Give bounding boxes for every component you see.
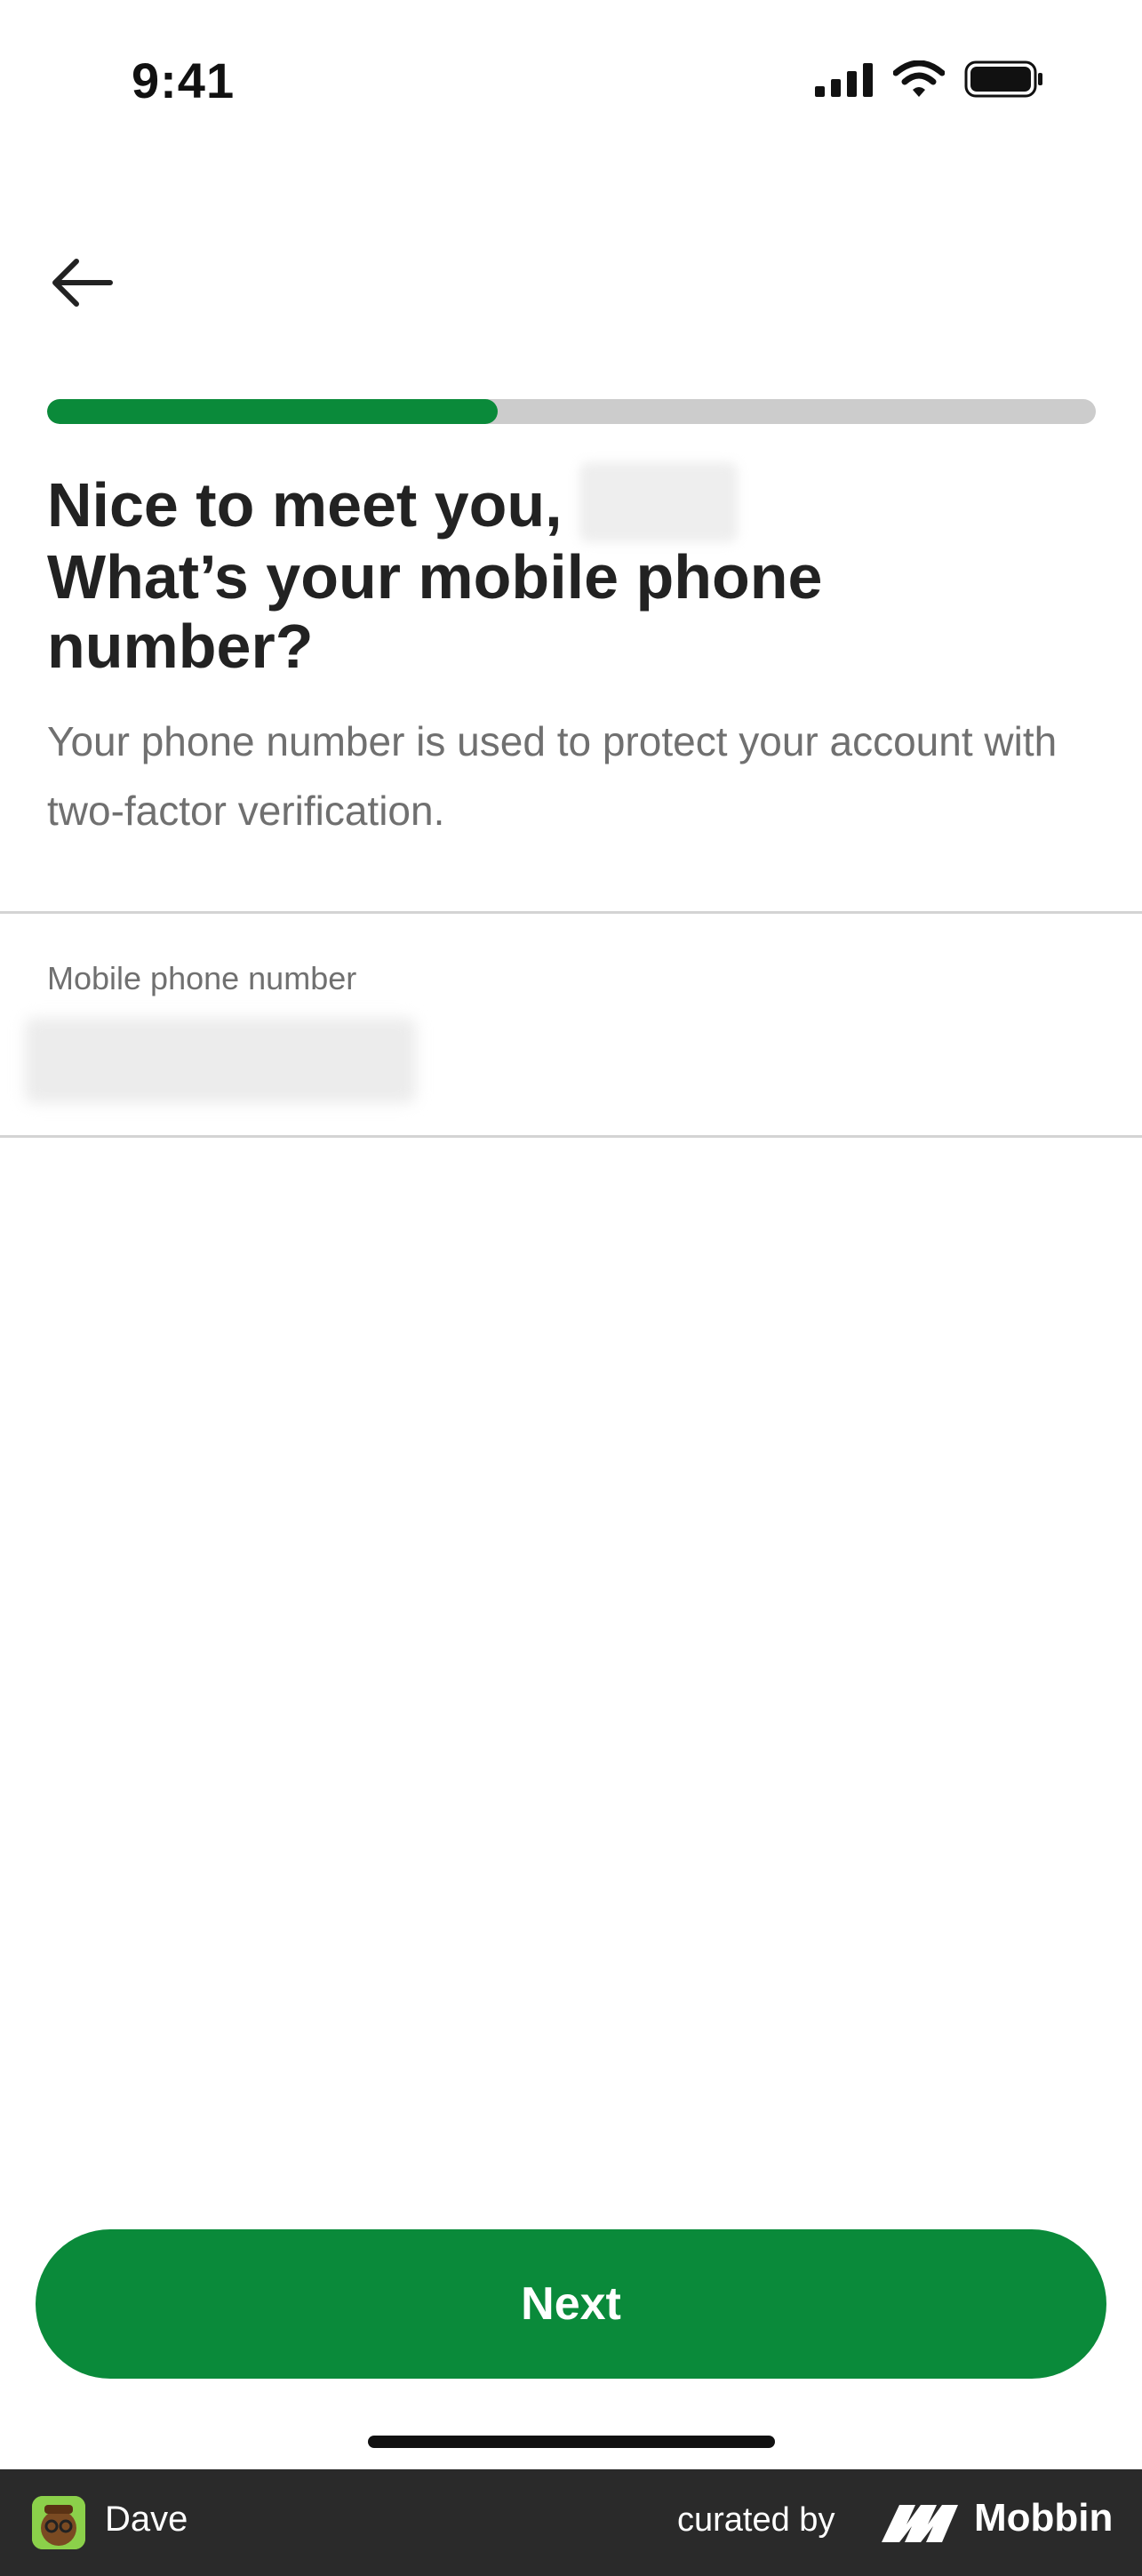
- divider-bottom: [0, 1135, 1142, 1138]
- next-button[interactable]: Next: [36, 2229, 1106, 2379]
- redacted-name: [579, 462, 739, 542]
- progress-bar: [47, 399, 1096, 424]
- home-indicator: [368, 2436, 775, 2448]
- dave-logo-icon: [32, 2496, 85, 2549]
- status-time: 9:41: [132, 52, 236, 108]
- wifi-icon: [893, 60, 945, 97]
- description-text: Your phone number is used to protect you…: [47, 718, 1058, 834]
- battery-icon: [964, 60, 1042, 98]
- back-arrow-icon: [52, 259, 113, 307]
- divider-top: [0, 911, 1142, 914]
- status-icons: [815, 60, 1044, 98]
- page-title: Nice to meet you, What’s your mobile pho…: [47, 462, 1096, 681]
- footer-brand: Mobbin: [974, 2496, 1114, 2540]
- back-button[interactable]: [46, 251, 117, 315]
- phone-field-label: Mobile phone number: [47, 960, 357, 996]
- status-bar: 9:41: [0, 0, 1142, 160]
- footer-app-name: Dave: [105, 2500, 188, 2539]
- footer-curated-by: curated by: [677, 2501, 835, 2539]
- footer-bar: Dave curated by Mobbin: [0, 2469, 1142, 2576]
- question-text: What’s your mobile phone number?: [47, 542, 823, 681]
- progress-fill: [47, 399, 499, 424]
- phone-input[interactable]: [25, 1013, 416, 1102]
- greeting-text: Nice to meet you,: [47, 470, 563, 540]
- signal-icon: [815, 63, 873, 97]
- mobbin-logo-icon: [882, 2505, 958, 2542]
